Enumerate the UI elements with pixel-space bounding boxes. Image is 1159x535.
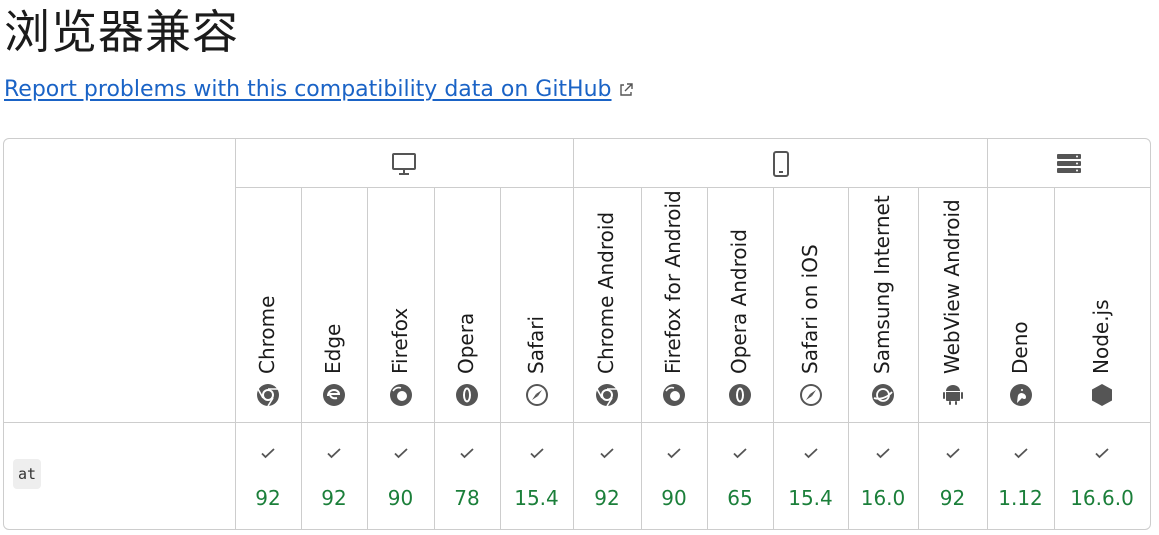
supported-version[interactable]: 92	[301, 486, 367, 510]
supported-version[interactable]: 78	[434, 486, 500, 510]
browser-name: Node.js	[1089, 299, 1113, 374]
browser-name: Deno	[1007, 321, 1032, 374]
grid-line	[1054, 187, 1055, 529]
check-icon	[460, 448, 474, 459]
supported-version[interactable]: 90	[641, 486, 707, 510]
opera-icon	[456, 384, 478, 406]
external-link-icon	[619, 82, 633, 96]
grid-line	[500, 187, 501, 529]
check-icon	[876, 448, 890, 459]
browser-name: Opera	[454, 312, 478, 374]
check-icon	[1095, 448, 1109, 459]
browser-name: Edge	[321, 323, 345, 374]
browser-name: Safari on iOS	[797, 244, 822, 374]
grid-line	[4, 422, 1150, 423]
supported-version[interactable]: 90	[368, 486, 434, 510]
grid-line	[573, 139, 574, 529]
grid-line	[235, 187, 1150, 188]
grid-line	[367, 187, 368, 529]
browser-name: Firefox	[387, 307, 412, 374]
report-link-label: Report problems with this compatibility …	[4, 77, 612, 102]
browser-name: Firefox for Android	[661, 190, 685, 374]
check-icon	[529, 448, 544, 459]
check-icon	[733, 448, 747, 459]
supported-version[interactable]: 16.6.0	[1069, 486, 1135, 510]
supported-version[interactable]: 15.4	[778, 486, 844, 510]
supported-version[interactable]: 15.4	[504, 486, 570, 510]
check-icon	[393, 448, 408, 459]
supported-version[interactable]: 1.12	[988, 486, 1054, 510]
nodejs-icon	[1092, 384, 1112, 406]
safari-icon	[799, 384, 822, 406]
check-icon	[327, 448, 341, 459]
grid-line	[918, 187, 919, 529]
samsung-internet-icon	[872, 384, 894, 406]
check-icon	[261, 448, 275, 459]
browser-name: WebView Android	[939, 199, 964, 374]
grid-line	[235, 139, 236, 529]
check-icon	[600, 448, 614, 459]
check-icon	[803, 448, 818, 459]
feature-name[interactable]: at	[13, 459, 42, 489]
browser-name: Opera Android	[727, 229, 751, 374]
safari-icon	[525, 384, 548, 406]
chrome-icon	[257, 384, 279, 407]
browser-name: Chrome Android	[594, 211, 618, 374]
server-icon	[1057, 154, 1081, 173]
grid-line	[641, 187, 642, 529]
browser-name: Safari	[523, 315, 548, 374]
desktop-icon	[392, 153, 416, 175]
supported-version[interactable]: 65	[707, 486, 773, 510]
mobile-icon	[773, 151, 789, 177]
edge-icon	[323, 384, 345, 406]
chrome-icon	[596, 384, 618, 407]
check-icon	[667, 448, 681, 459]
grid-line	[848, 187, 849, 529]
grid-line	[773, 187, 774, 529]
supported-version[interactable]: 16.0	[850, 486, 916, 510]
page-title: 浏览器兼容	[4, 5, 239, 59]
grid-line	[301, 187, 302, 529]
grid-line	[434, 187, 435, 529]
firefox-icon	[389, 384, 412, 406]
supported-version[interactable]: 92	[574, 486, 640, 510]
browser-name: Chrome	[255, 295, 279, 374]
firefox-icon	[663, 384, 685, 406]
grid-line	[987, 139, 988, 529]
opera-icon	[729, 384, 751, 406]
browser-name: Samsung Internet	[870, 195, 894, 374]
check-icon	[945, 448, 960, 459]
grid-line	[707, 187, 708, 529]
check-icon	[1013, 448, 1028, 459]
report-problems-link[interactable]: Report problems with this compatibility …	[4, 77, 634, 102]
compat-table: at Chrome 92 Edge 92 Firefox 90 Opera 78 Safari 1…	[3, 138, 1151, 530]
android-icon	[942, 385, 963, 405]
supported-version[interactable]: 92	[235, 486, 301, 510]
deno-icon	[1009, 384, 1032, 406]
supported-version[interactable]: 92	[920, 486, 986, 510]
